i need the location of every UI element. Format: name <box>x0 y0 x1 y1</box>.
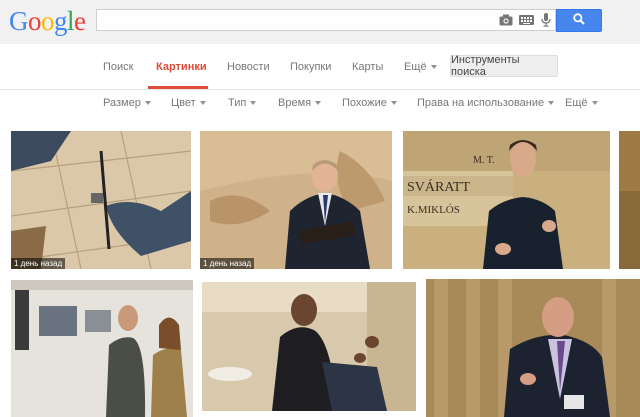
tab-more-label: Ещё <box>404 61 427 73</box>
image-result[interactable] <box>11 280 193 417</box>
filter-label: Тип <box>228 97 247 109</box>
search-tools-button[interactable]: Инструменты поиска <box>450 54 558 78</box>
tab-news[interactable]: Новости <box>227 61 270 73</box>
microphone-icon[interactable] <box>538 13 554 27</box>
filter-label: Ещё <box>565 97 588 109</box>
chevron-down-icon <box>199 101 206 106</box>
filter-label: Время <box>278 97 312 109</box>
image-thumbnail <box>619 131 640 269</box>
image-result[interactable] <box>202 282 416 411</box>
svg-text:M. T.: M. T. <box>473 155 495 166</box>
tab-web[interactable]: Поиск <box>103 61 133 73</box>
filter-label: Права на использование <box>417 97 545 109</box>
chevron-down-icon <box>390 101 397 106</box>
filter-similar[interactable]: Похожие <box>342 97 397 109</box>
chevron-down-icon <box>144 101 151 106</box>
filter-label: Цвет <box>171 97 196 109</box>
image-result[interactable]: 1 день назад <box>200 131 392 269</box>
image-thumbnail: SVÁRATT K.MIKLÓS M. T. <box>403 131 610 269</box>
svg-text:SVÁRATT: SVÁRATT <box>407 178 470 195</box>
chevron-down-icon <box>250 101 257 106</box>
filter-label: Размер <box>103 97 141 109</box>
active-tab-indicator <box>148 86 208 89</box>
logo-letter: e <box>74 6 86 36</box>
search-box <box>96 9 556 31</box>
tab-shopping[interactable]: Покупки <box>290 61 331 73</box>
image-thumbnail <box>11 280 193 417</box>
chevron-down-icon <box>548 101 555 106</box>
google-logo[interactable]: Google <box>9 6 86 36</box>
image-filter-bar: Размер Цвет Тип Время Похожие Права на и… <box>0 90 640 118</box>
logo-letter: l <box>67 6 75 36</box>
image-result[interactable]: 1 день назад <box>11 131 191 269</box>
svg-text:K.MIKLÓS: K.MIKLÓS <box>407 204 460 216</box>
filter-size[interactable]: Размер <box>103 97 151 109</box>
chevron-down-icon <box>315 101 322 106</box>
logo-letter: g <box>54 6 68 36</box>
image-age-label: 1 день назад <box>200 258 255 269</box>
search-icon <box>573 12 585 30</box>
filter-time[interactable]: Время <box>278 97 322 109</box>
filter-color[interactable]: Цвет <box>171 97 206 109</box>
filter-usage-rights[interactable]: Права на использование <box>417 97 555 109</box>
tab-more[interactable]: Ещё <box>404 61 437 73</box>
search-input[interactable] <box>101 11 495 31</box>
search-button[interactable] <box>556 9 602 32</box>
filter-more[interactable]: Ещё <box>565 97 598 109</box>
keyboard-icon[interactable] <box>518 13 534 27</box>
logo-letter: o <box>41 6 55 36</box>
camera-icon[interactable] <box>498 13 514 27</box>
logo-letter: o <box>28 6 42 36</box>
filter-type[interactable]: Тип <box>228 97 257 109</box>
filter-label: Похожие <box>342 97 387 109</box>
image-age-label: 1 день назад <box>11 258 66 269</box>
image-result[interactable] <box>426 279 640 417</box>
chevron-down-icon <box>430 65 437 70</box>
image-thumbnail <box>11 131 191 269</box>
tab-maps[interactable]: Карты <box>352 61 383 73</box>
image-thumbnail <box>200 131 392 269</box>
header-bar: Google <box>0 0 640 44</box>
chevron-down-icon <box>591 101 598 106</box>
tab-images[interactable]: Картинки <box>156 61 207 73</box>
logo-letter: G <box>9 6 29 36</box>
image-result[interactable] <box>619 131 640 269</box>
image-thumbnail <box>202 282 416 411</box>
image-result[interactable]: SVÁRATT K.MIKLÓS M. T. <box>403 131 610 269</box>
search-nav: Поиск Картинки Новости Покупки Карты Ещё… <box>0 44 640 90</box>
image-thumbnail <box>426 279 640 417</box>
